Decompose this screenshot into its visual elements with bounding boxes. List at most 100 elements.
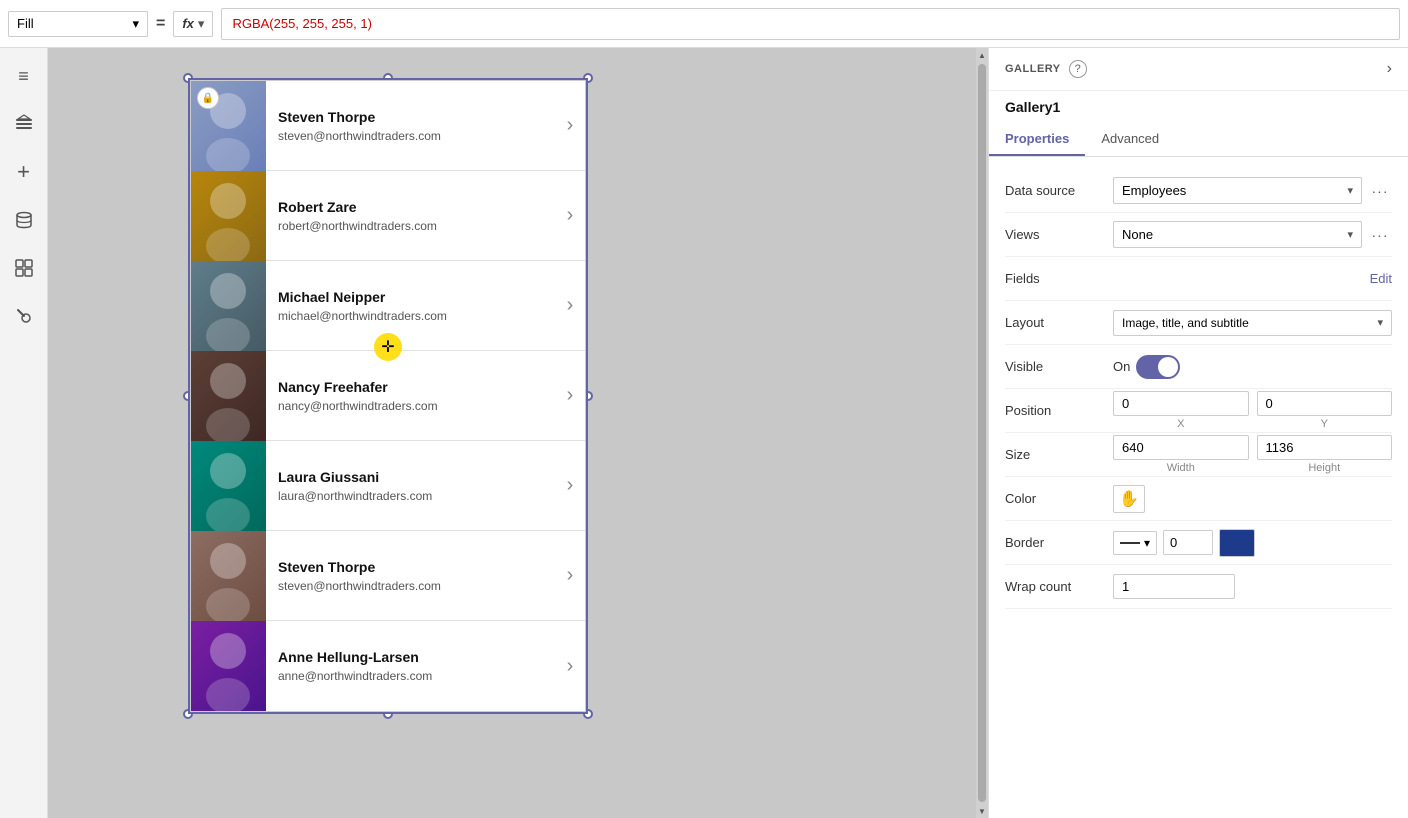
gallery-item[interactable]: Nancy Freehafernancy@northwindtraders.co… bbox=[191, 351, 585, 441]
visible-toggle[interactable] bbox=[1136, 355, 1180, 379]
item-name: Nancy Freehafer bbox=[278, 379, 543, 395]
border-width-input[interactable] bbox=[1163, 530, 1213, 555]
left-sidebar: ≡ + bbox=[0, 48, 48, 818]
item-name: Steven Thorpe bbox=[278, 109, 543, 125]
border-controls: ▾ bbox=[1113, 529, 1392, 557]
item-email: robert@northwindtraders.com bbox=[278, 219, 543, 233]
visible-control: On bbox=[1113, 355, 1392, 379]
scrollbar-right[interactable]: ▲ ▼ bbox=[976, 48, 988, 818]
fields-control: Edit bbox=[1113, 271, 1392, 286]
size-control: Width Height bbox=[1113, 435, 1392, 474]
gallery-item[interactable]: Laura Giussanilaura@northwindtraders.com… bbox=[191, 441, 585, 531]
size-width-input[interactable] bbox=[1113, 435, 1249, 460]
item-name: Robert Zare bbox=[278, 199, 543, 215]
panel-expand-button[interactable]: › bbox=[1387, 60, 1392, 78]
layout-control: Image, title, and subtitle ▾ bbox=[1113, 310, 1392, 336]
fill-chevron-icon: ▾ bbox=[132, 16, 139, 32]
fx-chevron-icon: ▾ bbox=[198, 16, 205, 32]
tools-icon[interactable] bbox=[8, 300, 40, 332]
item-email: steven@northwindtraders.com bbox=[278, 579, 543, 593]
wrap-count-input[interactable] bbox=[1113, 574, 1235, 599]
scroll-down-arrow[interactable]: ▼ bbox=[976, 804, 988, 818]
component-icon[interactable] bbox=[8, 252, 40, 284]
gallery-item[interactable]: Anne Hellung-Larsenanne@northwindtraders… bbox=[191, 621, 585, 711]
gallery-item[interactable]: Steven Thorpe steven@northwindtraders.com… bbox=[191, 531, 585, 621]
size-row: Size Width Height bbox=[1005, 433, 1392, 477]
gallery-item[interactable]: 🔒 Steven Thorpesteven@northwindtraders.c… bbox=[191, 81, 585, 171]
item-name: Michael Neipper bbox=[278, 289, 543, 305]
layers-icon[interactable] bbox=[8, 108, 40, 140]
item-chevron-icon: › bbox=[555, 204, 585, 227]
fields-edit-link[interactable]: Edit bbox=[1370, 271, 1392, 286]
data-source-value: Employees bbox=[1122, 183, 1186, 198]
views-control: None ▾ ··· bbox=[1113, 221, 1392, 248]
item-chevron-icon: › bbox=[555, 114, 585, 137]
item-chevron-icon: › bbox=[555, 474, 585, 497]
data-source-chevron-icon: ▾ bbox=[1347, 184, 1353, 197]
gallery-item[interactable]: Robert Zare robert@northwindtraders.com › bbox=[191, 171, 585, 261]
data-source-row: Data source Employees ▾ ··· bbox=[1005, 169, 1392, 213]
top-bar: Fill ▾ = fx ▾ RGBA(255, 255, 255, 1) bbox=[0, 0, 1408, 48]
views-value: None bbox=[1122, 227, 1153, 242]
main-content: ≡ + bbox=[0, 48, 1408, 818]
size-label: Size bbox=[1005, 447, 1105, 462]
formula-bar[interactable]: RGBA(255, 255, 255, 1) bbox=[221, 8, 1400, 40]
layout-chevron-icon: ▾ bbox=[1377, 316, 1383, 329]
item-info: Steven Thorpesteven@northwindtraders.com bbox=[266, 109, 555, 143]
layout-value: Image, title, and subtitle bbox=[1122, 316, 1249, 330]
fx-button[interactable]: fx ▾ bbox=[173, 11, 213, 37]
layout-label: Layout bbox=[1005, 315, 1105, 330]
item-photo bbox=[191, 441, 266, 531]
position-x-input[interactable] bbox=[1113, 391, 1249, 416]
item-info: Laura Giussanilaura@northwindtraders.com bbox=[266, 469, 555, 503]
item-info: Michael Neipper michael@northwindtraders.… bbox=[266, 289, 555, 323]
position-x-label: X bbox=[1113, 418, 1249, 430]
color-control: ✋ bbox=[1113, 485, 1392, 513]
item-name: Anne Hellung-Larsen bbox=[278, 649, 543, 665]
add-icon[interactable]: + bbox=[8, 156, 40, 188]
item-info: Nancy Freehafernancy@northwindtraders.co… bbox=[266, 379, 555, 413]
border-style-dropdown[interactable]: ▾ bbox=[1113, 531, 1157, 555]
hamburger-icon[interactable]: ≡ bbox=[8, 60, 40, 92]
layout-row: Layout Image, title, and subtitle ▾ bbox=[1005, 301, 1392, 345]
tab-properties[interactable]: Properties bbox=[989, 123, 1085, 156]
border-color-swatch[interactable] bbox=[1219, 529, 1255, 557]
panel-title: GALLERY bbox=[1005, 63, 1061, 75]
item-photo bbox=[191, 621, 266, 711]
formula-text: RGBA(255, 255, 255, 1) bbox=[232, 16, 371, 31]
border-style-chevron-icon: ▾ bbox=[1144, 536, 1150, 550]
views-label: Views bbox=[1005, 227, 1105, 242]
item-chevron-icon: › bbox=[555, 294, 585, 317]
data-source-dropdown[interactable]: Employees ▾ bbox=[1113, 177, 1362, 204]
database-icon[interactable] bbox=[8, 204, 40, 236]
fill-label: Fill bbox=[17, 16, 34, 31]
wrap-count-control bbox=[1113, 574, 1392, 599]
data-source-more-button[interactable]: ··· bbox=[1368, 179, 1392, 203]
data-source-label: Data source bbox=[1005, 183, 1105, 198]
component-name: Gallery1 bbox=[989, 91, 1408, 115]
views-more-button[interactable]: ··· bbox=[1368, 223, 1392, 247]
panel-help-icon[interactable]: ? bbox=[1069, 60, 1087, 78]
panel-body: Data source Employees ▾ ··· Views None ▾ bbox=[989, 157, 1408, 621]
color-label: Color bbox=[1005, 491, 1105, 506]
views-dropdown[interactable]: None ▾ bbox=[1113, 221, 1362, 248]
size-height-input[interactable] bbox=[1257, 435, 1393, 460]
fill-dropdown[interactable]: Fill ▾ bbox=[8, 11, 148, 37]
item-info: Anne Hellung-Larsenanne@northwindtraders… bbox=[266, 649, 555, 683]
item-photo bbox=[191, 531, 266, 621]
gallery-list[interactable]: 🔒 Steven Thorpesteven@northwindtraders.c… bbox=[190, 80, 586, 712]
item-photo bbox=[191, 171, 266, 261]
item-name: Steven Thorpe bbox=[278, 559, 543, 575]
position-y-input[interactable] bbox=[1257, 391, 1393, 416]
color-swatch[interactable]: ✋ bbox=[1113, 485, 1145, 513]
layout-dropdown[interactable]: Image, title, and subtitle ▾ bbox=[1113, 310, 1392, 336]
scroll-thumb[interactable] bbox=[978, 64, 986, 802]
scroll-up-arrow[interactable]: ▲ bbox=[976, 48, 988, 62]
item-info: Robert Zare robert@northwindtraders.com bbox=[266, 199, 555, 233]
canvas-area[interactable]: 🔒 Steven Thorpesteven@northwindtraders.c… bbox=[48, 48, 988, 818]
lock-badge: 🔒 bbox=[197, 87, 219, 109]
tab-advanced[interactable]: Advanced bbox=[1085, 123, 1175, 156]
item-email: michael@northwindtraders.com bbox=[278, 309, 543, 323]
right-panel: GALLERY ? › Gallery1 Properties Advanced… bbox=[988, 48, 1408, 818]
gallery-widget[interactable]: 🔒 Steven Thorpesteven@northwindtraders.c… bbox=[188, 78, 588, 714]
